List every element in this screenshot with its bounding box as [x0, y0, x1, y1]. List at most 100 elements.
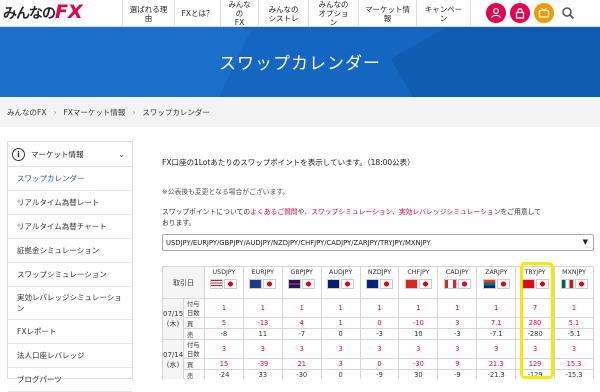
- swap-value-cell: -13: [242, 317, 283, 329]
- swap-value-cell: -30: [281, 369, 322, 379]
- currency-pair-select[interactable]: USDJPY/EURJPY/GBPJPY/AUDJPY/NZDJPY/CHFJP…: [162, 234, 594, 251]
- swap-value-cell: 30: [398, 369, 439, 379]
- swap-value-cell: 15: [204, 358, 244, 370]
- swap-table-container: 取引日 USDJPY EURJPY GBPJPY AUDJPY NZDJPY C…: [162, 266, 594, 379]
- sidebar-item-fx-report[interactable]: FXレポート: [8, 320, 132, 344]
- tv-icon[interactable]: [534, 3, 554, 23]
- sidebar-item-margin-simulation[interactable]: 証拠金シミュレーション: [8, 239, 132, 263]
- row-label: 買: [183, 358, 205, 370]
- swap-value-cell: -8: [204, 328, 244, 340]
- pair-label: GBPJPY: [290, 269, 313, 276]
- swap-value-cell: 280: [515, 317, 556, 329]
- sidebar-item-corporate-leverage[interactable]: 法人口座レバレッジ: [8, 344, 132, 368]
- breadcrumb-separator-icon: ›: [132, 107, 136, 117]
- breadcrumb-home[interactable]: みんなのFX: [7, 107, 46, 118]
- logo-text-fx: FX: [55, 1, 83, 23]
- sidebar-item-swap-calendar[interactable]: スワップカレンダー: [8, 167, 132, 191]
- sidebar-item-blog-parts[interactable]: ブログパーツ: [8, 368, 132, 392]
- swap-simulation-link[interactable]: スワップシミュレーション: [311, 208, 392, 216]
- nav-market-info[interactable]: マーケット情報: [358, 0, 416, 27]
- swap-value-cell: 5: [204, 317, 244, 329]
- aud-jpy-flags-icon: [322, 279, 360, 289]
- sidebar-item-realtime-rate[interactable]: リアルタイム為替レート: [8, 191, 132, 215]
- header-icons: [486, 3, 578, 23]
- swap-value-cell: 3: [281, 339, 322, 359]
- gbp-jpy-flags-icon: [283, 279, 321, 289]
- pair-header-eurjpy: EURJPY: [242, 266, 283, 299]
- swap-value-cell: 3: [320, 339, 361, 359]
- pair-header-nzdjpy: NZDJPY: [359, 266, 400, 299]
- trade-weekday: (木): [166, 320, 180, 328]
- swap-value-cell: 11: [242, 328, 283, 340]
- sidebar-header[interactable]: i マーケット情報 ⌄: [8, 142, 132, 167]
- currency-pair-select-value: USDJPY/EURJPY/GBPJPY/AUDJPY/NZDJPY/CHFJP…: [166, 238, 431, 247]
- pair-header-tryjpy: TRYJPY: [515, 266, 556, 299]
- swap-value-cell: -15.3: [554, 369, 594, 379]
- nav-what-is-fx[interactable]: FXとは？: [174, 0, 220, 27]
- swap-value-cell: -7.1: [476, 328, 517, 340]
- swap-value-cell: 15.3: [554, 358, 594, 370]
- row-label: 付与日数: [183, 339, 205, 359]
- site-logo[interactable]: みんなの FX: [3, 3, 83, 23]
- table-row: 売 -24 33 -30 0 -9 30 -9 -21.3 -129 -15.3: [163, 369, 594, 379]
- swap-value-cell: -7: [281, 328, 322, 340]
- pair-header-mxnjpy: MXNJPY: [554, 266, 594, 299]
- pair-label: MXNJPY: [562, 269, 586, 276]
- faq-link[interactable]: よくあるご質問: [250, 208, 298, 216]
- page-title: スワップカレンダー: [219, 54, 381, 74]
- desc-prefix: スワップポイントについての: [162, 208, 251, 216]
- hero-banner: スワップカレンダー: [0, 27, 600, 97]
- sidebar-item-realtime-chart[interactable]: リアルタイム為替チャート: [8, 215, 132, 239]
- swap-value-cell: -280: [515, 328, 556, 340]
- nav-minna-option[interactable]: みんなの オプション: [308, 0, 358, 27]
- trade-date-cell: 07/15 (木): [162, 298, 184, 340]
- row-label: 付与日数: [183, 298, 205, 318]
- nav-minna-systrade[interactable]: みんなの シストレ: [258, 0, 308, 27]
- desc-suffix: をご用意して: [500, 208, 542, 216]
- swap-value-cell: 1: [437, 298, 478, 318]
- pair-header-usdjpy: USDJPY: [204, 266, 244, 299]
- pair-label: CADJPY: [445, 269, 469, 276]
- usd-jpy-flags-icon: [205, 279, 243, 289]
- nav-reasons[interactable]: 選ばれる理由: [122, 0, 174, 27]
- trade-date: 07/15: [163, 310, 184, 318]
- breadcrumb-separator-icon: ›: [53, 107, 57, 117]
- breadcrumb-current: スワップカレンダー: [142, 107, 210, 117]
- pair-label: EURJPY: [251, 269, 274, 276]
- swap-value-cell: 4: [281, 317, 322, 329]
- chevron-down-icon: ▼: [582, 238, 588, 246]
- swap-value-cell: 1: [398, 298, 439, 318]
- cad-jpy-flags-icon: [438, 279, 476, 289]
- swap-value-cell: -9: [437, 369, 478, 379]
- swap-value-cell: -5.1: [554, 328, 594, 340]
- swap-value-cell: 3: [242, 339, 283, 359]
- swap-table: 取引日 USDJPY EURJPY GBPJPY AUDJPY NZDJPY C…: [162, 266, 594, 379]
- search-icon[interactable]: [558, 3, 578, 23]
- lock-icon[interactable]: [510, 3, 530, 23]
- sidebar-item-leverage-simulation[interactable]: 実効レバレッジシミュレーション: [8, 287, 132, 320]
- swap-value-cell: 0: [359, 317, 400, 329]
- swap-value-cell: 10: [398, 328, 439, 340]
- pair-header-chfjpy: CHFJPY: [398, 266, 439, 299]
- swap-value-cell: -3: [437, 328, 478, 340]
- pair-header-zarjpy: ZARJPY: [476, 266, 517, 299]
- site-header: みんなの FX 選ばれる理由 FXとは？ みんなの FX みんなの シストレ み…: [0, 0, 600, 27]
- swap-value-cell: 3: [437, 317, 478, 329]
- swap-value-cell: 3: [204, 339, 244, 359]
- desc-mid2: 、: [392, 208, 399, 216]
- swap-value-cell: 3: [515, 339, 556, 359]
- user-icon[interactable]: [486, 3, 506, 23]
- sidebar-item-swap-simulation[interactable]: スワップシミュレーション: [8, 263, 132, 287]
- pair-label: CHFJPY: [407, 269, 430, 276]
- swap-value-cell: 1: [320, 317, 361, 329]
- intro-text: FX口座の1Lotあたりのスワップポイントを表示しています。（18:00公表）: [162, 158, 415, 167]
- swap-value-cell: 1: [204, 298, 244, 318]
- swap-value-cell: 1: [242, 298, 283, 318]
- trade-weekday: (水): [166, 361, 180, 369]
- nav-minna-fx[interactable]: みんなの FX: [220, 0, 258, 27]
- leverage-simulation-link[interactable]: 実効レバレッジシミュレーション: [399, 208, 501, 216]
- swap-value-cell: 129: [515, 358, 556, 370]
- swap-value-cell: 21: [281, 358, 322, 370]
- nav-campaign[interactable]: キャンペーン: [416, 0, 471, 27]
- breadcrumb-market-info[interactable]: FXマーケット情報: [63, 107, 125, 118]
